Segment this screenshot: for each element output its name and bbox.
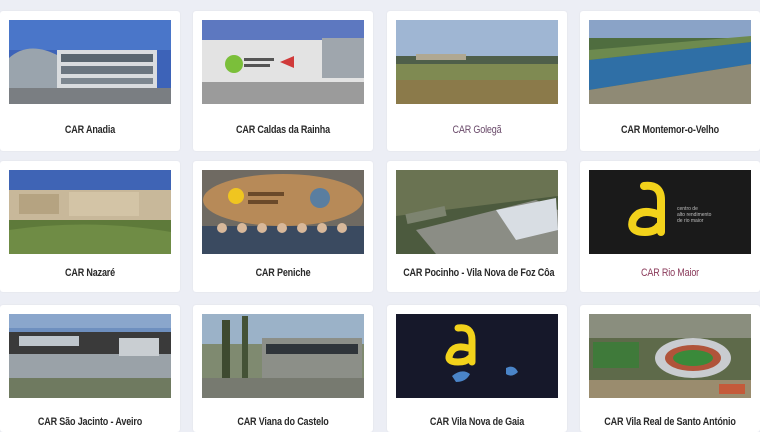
- rowing-channel-photo-icon: [589, 20, 751, 104]
- center-image: [589, 20, 751, 104]
- center-image: [202, 170, 364, 254]
- center-image: [396, 20, 558, 104]
- group-photo-icon: [202, 170, 364, 254]
- center-card-nazare[interactable]: CAR Nazaré: [0, 161, 180, 292]
- building-logo-photo-icon: [202, 20, 364, 104]
- stadium-aerial-photo-icon: [589, 314, 751, 398]
- center-card-caldas-da-rainha[interactable]: CAR Caldas da Rainha: [193, 11, 373, 151]
- building-lawn-photo-icon: [9, 170, 171, 254]
- center-card-peniche[interactable]: CAR Peniche: [193, 161, 373, 292]
- center-image: [9, 20, 171, 104]
- center-card-sao-jacinto[interactable]: CAR São Jacinto - Aveiro: [0, 305, 180, 432]
- center-card-viana-do-castelo[interactable]: CAR Viana do Castelo: [193, 305, 373, 432]
- center-name: CAR Vila Real de Santo António: [604, 416, 736, 428]
- logo-text-line: de rio maior: [677, 218, 704, 224]
- center-name: CAR Rio Maior: [640, 267, 700, 279]
- center-card-anadia[interactable]: CAR Anadia: [0, 11, 180, 151]
- center-name: CAR São Jacinto - Aveiro: [37, 416, 143, 428]
- center-card-montemor-o-velho[interactable]: CAR Montemor-o-Velho: [580, 11, 760, 151]
- logo-image-icon: [396, 314, 558, 398]
- building-photo-icon: [9, 314, 171, 398]
- center-image: [396, 170, 558, 254]
- center-image: [396, 314, 558, 398]
- car-center-grid: CAR Anadia CAR Caldas da Rainha CAR Gole…: [0, 0, 760, 432]
- field-photo-icon: [396, 20, 558, 104]
- center-name: CAR Caldas da Rainha: [236, 124, 330, 136]
- center-name: CAR Peniche: [255, 267, 311, 279]
- center-image: [589, 314, 751, 398]
- building-photo-icon: [9, 20, 171, 104]
- center-name: CAR Montemor-o-Velho: [621, 124, 719, 136]
- rio-maior-logo-text: centro de alto rendimento de rio maior: [677, 206, 711, 224]
- aerial-photo-icon: [396, 170, 558, 254]
- center-name: CAR Viana do Castelo: [237, 416, 329, 428]
- center-card-vila-real-de-santo-antonio[interactable]: CAR Vila Real de Santo António: [580, 305, 760, 432]
- center-name: CAR Anadia: [64, 124, 116, 136]
- center-card-rio-maior[interactable]: centro de alto rendimento de rio maior C…: [580, 161, 760, 292]
- logo-image-icon: [589, 170, 751, 254]
- center-name: CAR Nazaré: [65, 267, 115, 279]
- center-image: [202, 20, 364, 104]
- center-card-golega[interactable]: CAR Golegã: [387, 11, 567, 151]
- center-image: [9, 170, 171, 254]
- building-trees-photo-icon: [202, 314, 364, 398]
- center-name: CAR Pocinho - Vila Nova de Foz Côa: [403, 267, 555, 279]
- center-image: centro de alto rendimento de rio maior: [589, 170, 751, 254]
- center-image: [202, 314, 364, 398]
- center-card-pocinho[interactable]: CAR Pocinho - Vila Nova de Foz Côa: [387, 161, 567, 292]
- center-name: CAR Vila Nova de Gaia: [429, 416, 525, 428]
- center-card-vila-nova-de-gaia[interactable]: CAR Vila Nova de Gaia: [387, 305, 567, 432]
- center-image: [9, 314, 171, 398]
- center-name: CAR Golegã: [452, 124, 502, 136]
